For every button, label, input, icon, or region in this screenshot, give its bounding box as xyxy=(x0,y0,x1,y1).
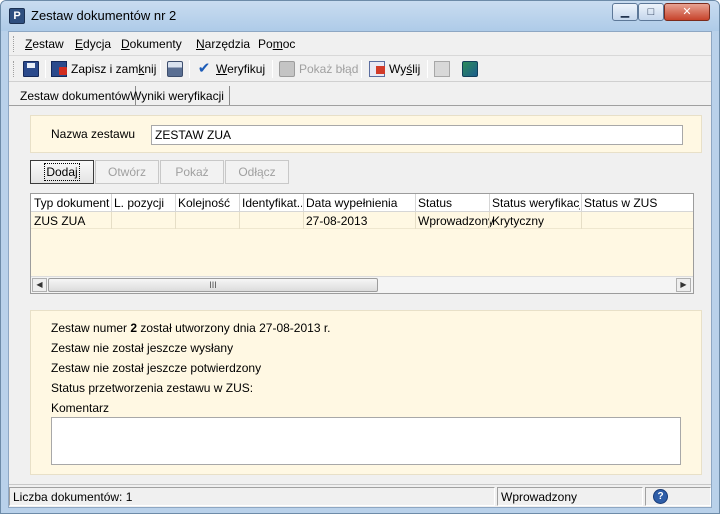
help-book-button[interactable] xyxy=(462,59,478,79)
toolbar-separator xyxy=(189,60,190,78)
document-action-buttons: Dodaj Otwórz Pokaż Odłącz xyxy=(30,160,702,186)
horizontal-scrollbar[interactable]: ◀ III ▶ xyxy=(31,276,693,293)
column-header[interactable]: Status xyxy=(418,196,488,210)
column-divider xyxy=(239,194,240,212)
save-and-close-button[interactable]: Zapisz i zamknij xyxy=(51,59,156,79)
show-button[interactable]: Pokaż xyxy=(160,160,224,184)
save-close-icon xyxy=(51,61,67,77)
minimize-button[interactable]: ▁ xyxy=(612,3,638,21)
toolbar-separator xyxy=(45,60,46,78)
row-divider xyxy=(239,212,240,229)
confirmed-info-text: Zestaw nie został jeszcze potwierdzony xyxy=(51,361,262,375)
app-logo-icon[interactable]: P xyxy=(9,8,25,24)
print-button[interactable] xyxy=(167,59,183,79)
window-title: Zestaw dokumentów nr 2 xyxy=(31,8,177,23)
document-count-status: Liczba dokumentów: 1 xyxy=(9,487,495,506)
row-divider xyxy=(175,212,176,229)
column-divider xyxy=(489,194,490,212)
printer-icon xyxy=(167,61,183,77)
add-button[interactable]: Dodaj xyxy=(30,160,94,184)
cell-verification-status: Krytyczny xyxy=(492,214,545,228)
column-header[interactable]: Identyfikat... xyxy=(242,196,302,210)
column-header[interactable]: Status weryfikacji xyxy=(492,196,580,210)
column-divider xyxy=(415,194,416,212)
send-mail-icon xyxy=(369,61,385,77)
cell-fill-date: 27-08-2013 xyxy=(306,214,368,228)
set-name-panel: Nazwa zestawu xyxy=(30,115,702,153)
row-divider xyxy=(415,212,416,229)
scroll-thumb[interactable]: III xyxy=(48,278,378,292)
toolbar-grip xyxy=(13,61,16,77)
scroll-right-button[interactable]: ▶ xyxy=(676,278,691,292)
help-icon[interactable]: ? xyxy=(653,489,668,504)
toolbar-separator xyxy=(427,60,428,78)
toolbar-separator xyxy=(361,60,362,78)
save-icon xyxy=(23,61,39,77)
menu-dokumenty[interactable]: Dokumenty xyxy=(121,37,182,51)
table-row[interactable]: ZUS ZUA 27-08-2013 Wprowadzony Krytyczny xyxy=(31,212,693,229)
toolbar-separator xyxy=(272,60,273,78)
application-window: P Zestaw dokumentów nr 2 ▁ □ ✕ Zestaw Ed… xyxy=(0,0,720,514)
menu-edycja[interactable]: Edycja xyxy=(75,37,111,51)
verify-button[interactable]: ✔ Weryfikuj xyxy=(196,59,265,79)
maximize-button[interactable]: □ xyxy=(638,3,664,21)
menu-zestaw[interactable]: Zestaw xyxy=(25,37,64,51)
row-divider xyxy=(489,212,490,229)
menu-grip xyxy=(13,36,16,52)
set-name-input[interactable] xyxy=(151,125,683,145)
column-divider xyxy=(581,194,582,212)
documents-table[interactable]: Typ dokumentu L. pozycji Kolejność Ident… xyxy=(30,193,694,294)
set-info-panel: Zestaw numer 2 został utworzony dnia 27-… xyxy=(30,310,702,475)
send-button[interactable]: Wyślij xyxy=(369,59,420,79)
close-button[interactable]: ✕ xyxy=(664,3,710,21)
comment-textarea[interactable] xyxy=(51,417,681,465)
cell-document-type: ZUS ZUA xyxy=(34,214,86,228)
menu-pomoc[interactable]: Pomoc xyxy=(258,37,295,51)
client-area: Zestaw Edycja Dokumenty Narzędzia Pomoc … xyxy=(8,31,712,508)
row-divider xyxy=(303,212,304,229)
checkmark-icon: ✔ xyxy=(197,60,211,77)
column-header[interactable]: Data wypełnienia xyxy=(306,196,414,210)
tab-strip: Zestaw dokumentów Wyniki weryfikacji xyxy=(9,84,711,106)
scroll-left-button[interactable]: ◀ xyxy=(32,278,47,292)
table-header: Typ dokumentu L. pozycji Kolejność Ident… xyxy=(31,194,693,212)
set-name-label: Nazwa zestawu xyxy=(51,127,136,141)
row-divider xyxy=(111,212,112,229)
open-button[interactable]: Otwórz xyxy=(95,160,159,184)
document-icon xyxy=(434,61,450,77)
created-info-text: Zestaw numer 2 został utworzony dnia 27-… xyxy=(51,321,331,335)
title-bar[interactable]: P Zestaw dokumentów nr 2 ▁ □ ✕ xyxy=(1,1,719,31)
row-divider xyxy=(581,212,582,229)
menu-narzedzia[interactable]: Narzędzia xyxy=(196,37,250,51)
column-header[interactable]: Status w ZUS xyxy=(584,196,690,210)
status-bar: Liczba dokumentów: 1 Wprowadzony ? xyxy=(9,484,711,507)
menu-bar: Zestaw Edycja Dokumenty Narzędzia Pomoc xyxy=(9,32,711,56)
column-divider xyxy=(111,194,112,212)
book-icon xyxy=(462,61,478,77)
tab-wyniki-weryfikacji[interactable]: Wyniki weryfikacji xyxy=(125,86,230,106)
error-report-icon xyxy=(279,61,295,77)
column-header[interactable]: Typ dokumentu xyxy=(34,196,110,210)
column-header[interactable]: Kolejność xyxy=(178,196,238,210)
comment-label: Komentarz xyxy=(51,401,110,415)
column-divider xyxy=(175,194,176,212)
save-button[interactable] xyxy=(23,59,39,79)
set-status: Wprowadzony xyxy=(497,487,643,506)
column-divider xyxy=(303,194,304,212)
column-header[interactable]: L. pozycji xyxy=(114,196,174,210)
toolbar: Zapisz i zamknij ✔ Weryfikuj Pokaż błąd … xyxy=(9,56,711,82)
cell-status: Wprowadzony xyxy=(418,214,495,228)
tab-zestaw-dokumentow[interactable]: Zestaw dokumentów xyxy=(15,86,137,106)
zus-processing-status-text: Status przetworzenia zestawu w ZUS: xyxy=(51,381,254,395)
show-error-button[interactable]: Pokaż błąd xyxy=(279,59,358,79)
document-preview-button[interactable] xyxy=(434,59,450,79)
toolbar-separator xyxy=(160,60,161,78)
detach-button[interactable]: Odłącz xyxy=(225,160,289,184)
sent-info-text: Zestaw nie został jeszcze wysłany xyxy=(51,341,234,355)
tab-divider xyxy=(9,105,711,106)
